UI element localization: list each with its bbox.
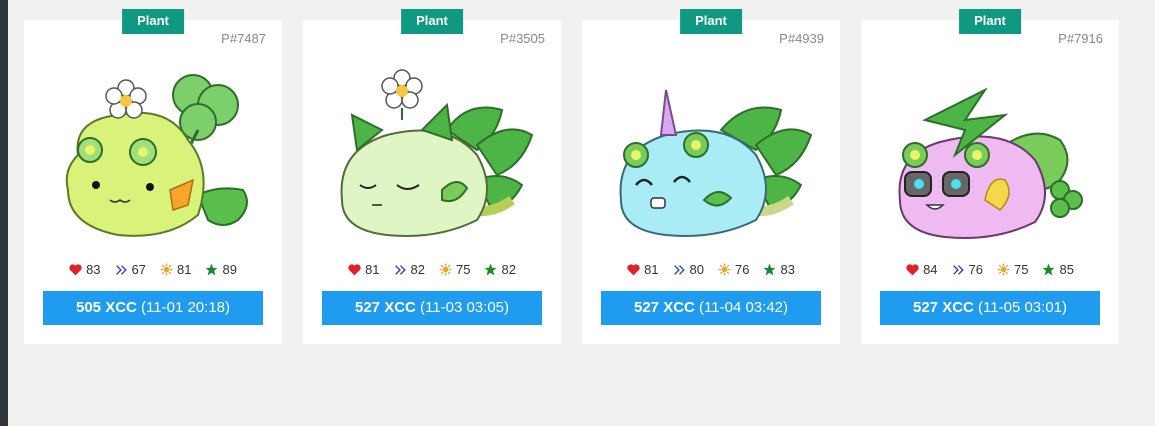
star-icon — [485, 263, 497, 276]
stat-skill-value: 75 — [456, 262, 471, 277]
stat-morale: 83 — [763, 262, 795, 277]
stat-skill-value: 75 — [1014, 262, 1029, 277]
star-icon — [206, 263, 218, 276]
price-label: 527 XCC — [355, 299, 416, 316]
stat-health-value: 81 — [644, 262, 659, 277]
stat-morale-value: 85 — [1059, 262, 1074, 277]
stat-health: 83 — [69, 262, 101, 277]
sun-icon — [718, 263, 731, 276]
stat-morale: 82 — [484, 262, 516, 277]
stat-health: 81 — [348, 262, 380, 277]
stat-health-value: 83 — [86, 262, 101, 277]
creature-image — [340, 69, 534, 237]
stat-skill: 81 — [160, 262, 191, 277]
stat-skill: 76 — [718, 262, 749, 277]
class-badge: Plant — [959, 9, 1021, 34]
stat-skill-value: 81 — [177, 262, 192, 277]
star-icon — [1043, 263, 1055, 276]
stat-speed-value: 76 — [968, 262, 983, 277]
stat-morale-value: 89 — [222, 262, 237, 277]
creature-id: P#7487 — [221, 31, 266, 46]
stat-speed-value: 82 — [410, 262, 425, 277]
sun-icon — [439, 263, 452, 276]
class-badge: Plant — [122, 9, 184, 34]
heart-icon — [627, 263, 640, 275]
buy-button[interactable]: 527 XCC (11-03 03:05) — [322, 291, 542, 325]
class-badge: Plant — [680, 9, 742, 34]
star-icon — [764, 263, 776, 276]
stat-skill: 75 — [439, 262, 470, 277]
stat-morale-value: 82 — [501, 262, 516, 277]
sun-icon — [160, 263, 173, 276]
stat-morale-value: 83 — [780, 262, 795, 277]
double-chevron-icon — [115, 264, 127, 275]
stats-row: 81 82 75 82 — [303, 262, 561, 277]
creature-image — [898, 87, 1083, 239]
stat-speed-value: 67 — [131, 262, 146, 277]
stats-row: 84 76 75 85 — [861, 262, 1119, 277]
stat-health: 81 — [627, 262, 659, 277]
price-label: 527 XCC — [634, 299, 695, 316]
left-edge-bar — [0, 0, 8, 426]
price-label: 527 XCC — [913, 299, 974, 316]
double-chevron-icon — [394, 264, 406, 275]
stat-health-value: 84 — [923, 262, 938, 277]
buy-button[interactable]: 527 XCC (11-04 03:42) — [601, 291, 821, 325]
creature-card[interactable]: Plant P#7487 83 67 81 89 505 XCC (11-01 … — [24, 9, 282, 344]
stat-health-value: 81 — [365, 262, 380, 277]
creature-id: P#3505 — [500, 31, 545, 46]
creature-image — [65, 74, 248, 237]
heart-icon — [906, 263, 919, 275]
creature-card[interactable]: Plant P#3505 81 82 75 82 527 XCC (11-03 … — [303, 9, 561, 344]
stat-speed: 67 — [115, 262, 146, 277]
creature-image — [619, 89, 813, 237]
stat-skill-value: 76 — [735, 262, 750, 277]
stat-skill: 75 — [997, 262, 1028, 277]
heart-icon — [348, 263, 361, 275]
stat-speed: 82 — [394, 262, 425, 277]
stat-morale: 85 — [1042, 262, 1074, 277]
listing-time: (11-05 03:01) — [978, 299, 1067, 316]
double-chevron-icon — [952, 264, 964, 275]
listing-time: (11-03 03:05) — [420, 299, 509, 316]
listing-time: (11-04 03:42) — [699, 299, 788, 316]
creature-id: P#4939 — [779, 31, 824, 46]
sun-icon — [997, 263, 1010, 276]
double-chevron-icon — [673, 264, 685, 275]
stat-morale: 89 — [205, 262, 237, 277]
stats-row: 81 80 76 83 — [582, 262, 840, 277]
heart-icon — [69, 263, 82, 275]
buy-button[interactable]: 505 XCC (11-01 20:18) — [43, 291, 263, 325]
creature-card[interactable]: Plant P#7916 84 76 75 85 527 XCC (11-05 … — [861, 9, 1119, 344]
stat-speed: 80 — [673, 262, 704, 277]
class-badge: Plant — [401, 9, 463, 34]
price-label: 505 XCC — [76, 299, 137, 316]
stat-health: 84 — [906, 262, 938, 277]
stats-row: 83 67 81 89 — [24, 262, 282, 277]
listing-time: (11-01 20:18) — [141, 299, 230, 316]
creature-card[interactable]: Plant P#4939 81 80 76 83 527 XCC (11-04 … — [582, 9, 840, 344]
buy-button[interactable]: 527 XCC (11-05 03:01) — [880, 291, 1100, 325]
stat-speed-value: 80 — [689, 262, 704, 277]
creature-id: P#7916 — [1058, 31, 1103, 46]
stat-speed: 76 — [952, 262, 983, 277]
card-grid: Plant P#7487 83 67 81 89 505 XCC (11-01 … — [24, 9, 1119, 344]
